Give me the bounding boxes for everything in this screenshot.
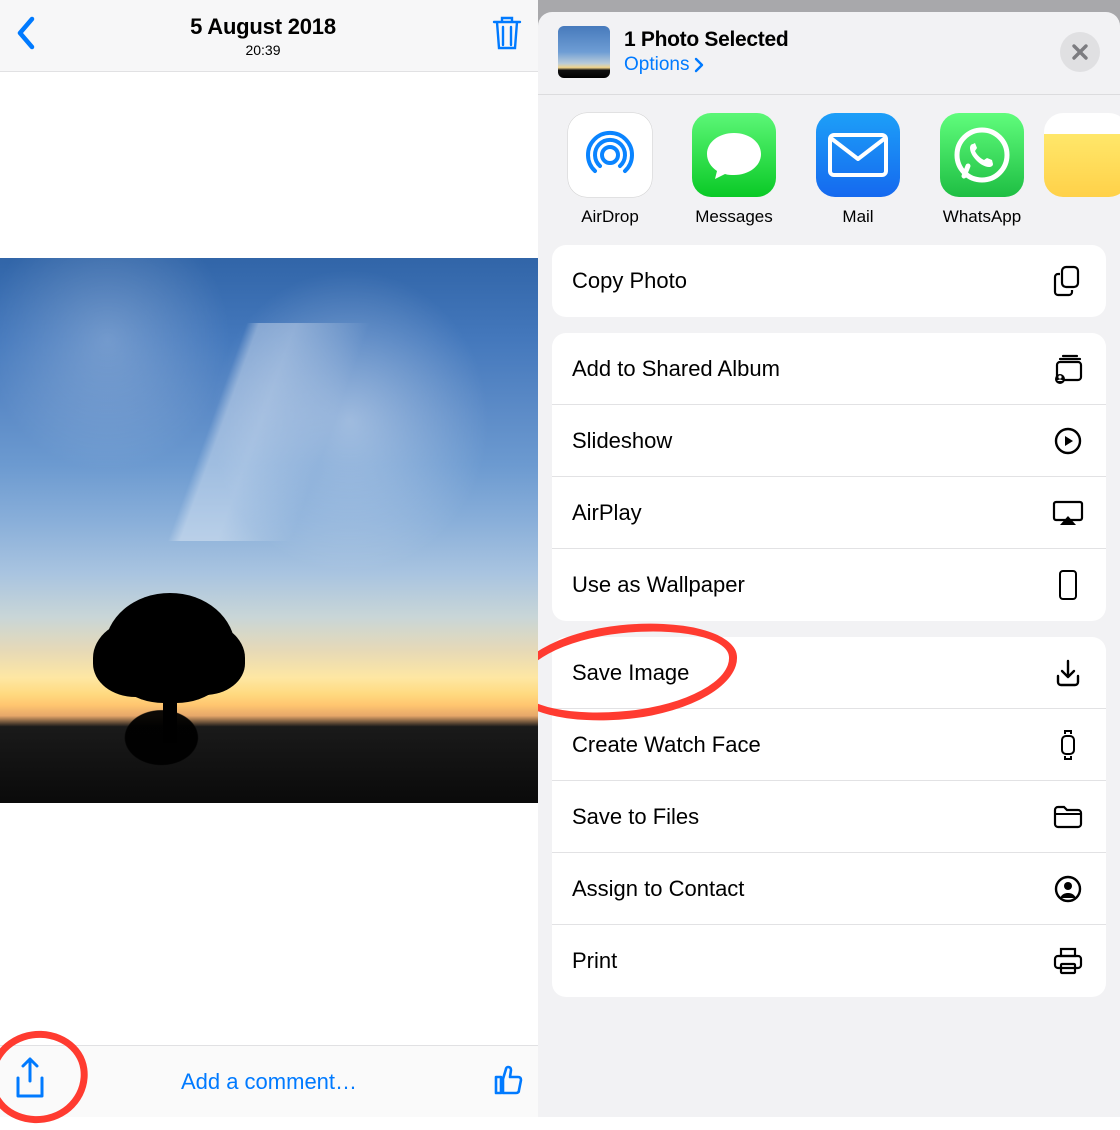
action-label: Create Watch Face: [572, 732, 761, 758]
action-group: Add to Shared Album Slideshow AirPlay: [552, 333, 1106, 621]
share-sheet-header: 1 Photo Selected Options: [538, 12, 1120, 95]
app-label: WhatsApp: [920, 207, 1044, 227]
mail-icon: [816, 113, 900, 197]
app-mail[interactable]: Mail: [796, 113, 920, 227]
share-sheet-thumbnail: [558, 26, 610, 78]
thumbs-up-icon: [488, 1059, 528, 1099]
back-button[interactable]: [14, 15, 36, 56]
action-label: Copy Photo: [572, 268, 687, 294]
app-partial-notes[interactable]: [1044, 113, 1078, 227]
action-group: Save Image Create Watch Face Save to Fil…: [552, 637, 1106, 997]
app-label: Messages: [672, 207, 796, 227]
airdrop-icon: [568, 113, 652, 197]
action-save-image[interactable]: Save Image: [552, 637, 1106, 709]
print-icon: [1050, 946, 1086, 976]
photo-time: 20:39: [36, 42, 490, 58]
action-label: Use as Wallpaper: [572, 572, 745, 598]
share-button[interactable]: [10, 1056, 50, 1107]
action-label: Print: [572, 948, 617, 974]
share-icon: [10, 1056, 50, 1102]
share-options-button[interactable]: Options: [624, 54, 705, 76]
copy-icon: [1050, 264, 1086, 298]
app-label: AirDrop: [548, 207, 672, 227]
toolbar: Add a comment…: [0, 1045, 538, 1117]
whatsapp-icon: [940, 113, 1024, 197]
share-sheet: 1 Photo Selected Options AirDrop: [538, 12, 1120, 1117]
app-label: Mail: [796, 207, 920, 227]
action-label: AirPlay: [572, 500, 642, 526]
app-airdrop[interactable]: AirDrop: [548, 113, 672, 227]
play-circle-icon: [1050, 426, 1086, 456]
actions-list[interactable]: Copy Photo Add to Shared Album Slideshow: [538, 245, 1120, 1117]
action-label: Assign to Contact: [572, 876, 744, 902]
action-slideshow[interactable]: Slideshow: [552, 405, 1106, 477]
share-sheet-title: 1 Photo Selected: [624, 28, 1060, 52]
photo-date: 5 August 2018: [36, 14, 490, 40]
close-button[interactable]: [1060, 32, 1100, 72]
action-wallpaper[interactable]: Use as Wallpaper: [552, 549, 1106, 621]
watch-icon: [1050, 728, 1086, 762]
app-whatsapp[interactable]: WhatsApp: [920, 113, 1044, 227]
title-block: 5 August 2018 20:39: [36, 14, 490, 58]
photo-viewport[interactable]: [0, 72, 538, 1045]
shared-album-icon: [1050, 354, 1086, 384]
action-label: Save Image: [572, 660, 689, 686]
add-comment-link[interactable]: Add a comment…: [50, 1069, 488, 1095]
messages-icon: [692, 113, 776, 197]
action-watch-face[interactable]: Create Watch Face: [552, 709, 1106, 781]
download-icon: [1050, 658, 1086, 688]
phone-icon: [1050, 569, 1086, 601]
action-assign-contact[interactable]: Assign to Contact: [552, 853, 1106, 925]
share-apps-row[interactable]: AirDrop Messages Mail WhatsApp: [538, 95, 1120, 245]
airplay-icon: [1050, 499, 1086, 527]
contact-icon: [1050, 874, 1086, 904]
chevron-left-icon: [14, 15, 36, 51]
action-print[interactable]: Print: [552, 925, 1106, 997]
app-messages[interactable]: Messages: [672, 113, 796, 227]
action-label: Add to Shared Album: [572, 356, 780, 382]
action-shared-album[interactable]: Add to Shared Album: [552, 333, 1106, 405]
photo-content: [0, 258, 538, 803]
like-button[interactable]: [488, 1059, 528, 1104]
action-airplay[interactable]: AirPlay: [552, 477, 1106, 549]
action-label: Slideshow: [572, 428, 672, 454]
action-copy-photo[interactable]: Copy Photo: [552, 245, 1106, 317]
share-sheet-screen: 1 Photo Selected Options AirDrop: [538, 0, 1120, 1117]
chevron-right-icon: [693, 57, 705, 73]
folder-icon: [1050, 804, 1086, 830]
close-icon: [1071, 43, 1089, 61]
action-group: Copy Photo: [552, 245, 1106, 317]
trash-icon: [490, 13, 524, 53]
notes-icon: [1044, 113, 1120, 197]
navigation-bar: 5 August 2018 20:39: [0, 0, 538, 72]
delete-button[interactable]: [490, 13, 524, 58]
options-label: Options: [624, 54, 689, 76]
action-save-files[interactable]: Save to Files: [552, 781, 1106, 853]
action-label: Save to Files: [572, 804, 699, 830]
photo-detail-screen: 5 August 2018 20:39 Add a comment…: [0, 0, 538, 1117]
